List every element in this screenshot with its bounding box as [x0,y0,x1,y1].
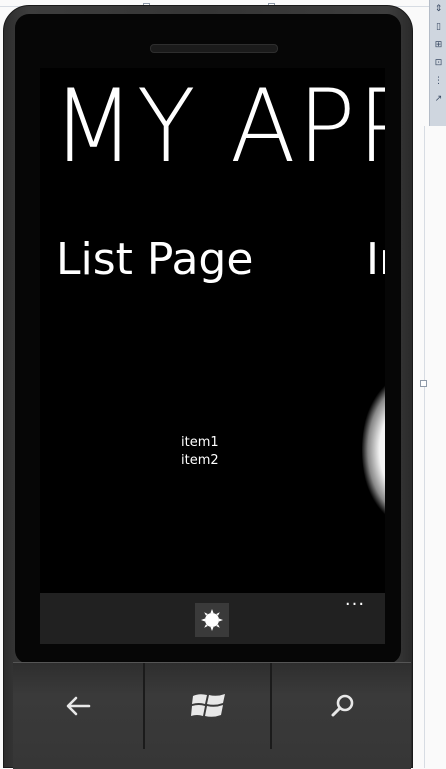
windows-logo-icon [190,694,225,717]
list-item[interactable]: item2 [181,452,219,470]
designer-toolbar: ⇕ ▯ ⊞ ⊡ ⋮ ↗ [429,0,446,126]
toolbar-fit-icon[interactable]: ▯ [433,22,444,33]
designer-guide-vertical [424,126,425,768]
sun-icon [201,609,223,631]
toolbar-snap-icon[interactable]: ↗ [433,94,444,105]
toolbar-zoom-icon[interactable]: ⊡ [433,58,444,69]
app-bar-more-button[interactable]: ... [340,591,370,613]
toolbar-expand-icon[interactable]: ⇕ [433,4,444,15]
application-bar: ... [40,591,385,644]
app-bar-icon-button[interactable] [195,603,229,637]
back-button[interactable] [13,663,145,749]
phone-screen: MY APPLICATION List Page Image Page item… [40,68,385,644]
phone-frame: MY APPLICATION List Page Image Page item… [3,5,413,768]
pivot-header-image-page[interactable]: Image Page [366,238,385,282]
start-button[interactable] [147,663,272,749]
list-item[interactable]: item1 [181,434,219,452]
back-arrow-icon [66,696,91,716]
selection-handle[interactable] [420,380,427,387]
toolbar-pan-icon[interactable]: ⊞ [433,40,444,51]
pivot-header-list-page[interactable]: List Page [56,238,253,282]
item-list: item1 item2 [181,434,219,470]
earpiece-speaker [150,44,278,53]
next-page-image [362,376,385,524]
hardware-button-bar [13,662,411,769]
app-title: MY APPLICATION [52,68,385,186]
search-button[interactable] [274,663,411,749]
search-icon [331,694,353,717]
toolbar-grid-icon[interactable]: ⋮ [433,76,444,87]
